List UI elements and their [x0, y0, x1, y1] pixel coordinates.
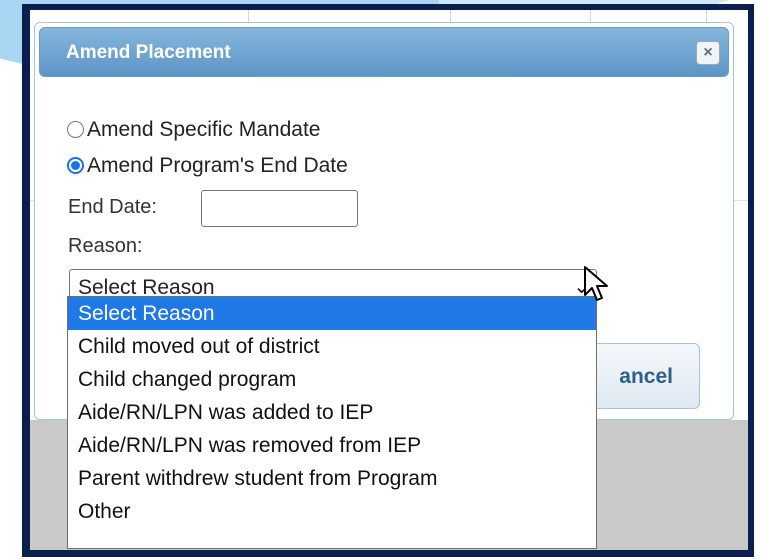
radio-amend-program-end-date[interactable]: Amend Program's End Date	[67, 154, 348, 178]
close-icon[interactable]: ×	[696, 41, 720, 65]
end-date-input[interactable]	[201, 190, 358, 227]
dropdown-option[interactable]: Select Reason	[68, 297, 596, 330]
cancel-button-label: ancel	[619, 365, 673, 388]
radio-unchecked-icon[interactable]	[67, 121, 84, 138]
dropdown-option[interactable]: Parent withdrew student from Program	[68, 462, 596, 495]
radio-checked-icon[interactable]	[67, 157, 84, 174]
radio-amend-specific-mandate[interactable]: Amend Specific Mandate	[67, 118, 320, 142]
reason-dropdown-list: Select Reason Child moved out of distric…	[67, 296, 597, 549]
end-date-label: End Date:	[68, 196, 157, 218]
dropdown-option[interactable]: Aide/RN/LPN was added to IEP	[68, 396, 596, 429]
radio-label: Amend Specific Mandate	[87, 118, 321, 141]
mouse-pointer-icon	[584, 266, 608, 301]
dropdown-option[interactable]: Aide/RN/LPN was removed from IEP	[68, 429, 596, 462]
reason-label: Reason:	[68, 235, 143, 257]
dropdown-option[interactable]: Child changed program	[68, 363, 596, 396]
dropdown-option[interactable]: Other	[68, 495, 596, 528]
dialog-titlebar: Amend Placement ×	[39, 27, 729, 77]
radio-label: Amend Program's End Date	[87, 154, 348, 177]
dropdown-option[interactable]: Child moved out of district	[68, 330, 596, 363]
dialog-title: Amend Placement	[66, 42, 231, 63]
